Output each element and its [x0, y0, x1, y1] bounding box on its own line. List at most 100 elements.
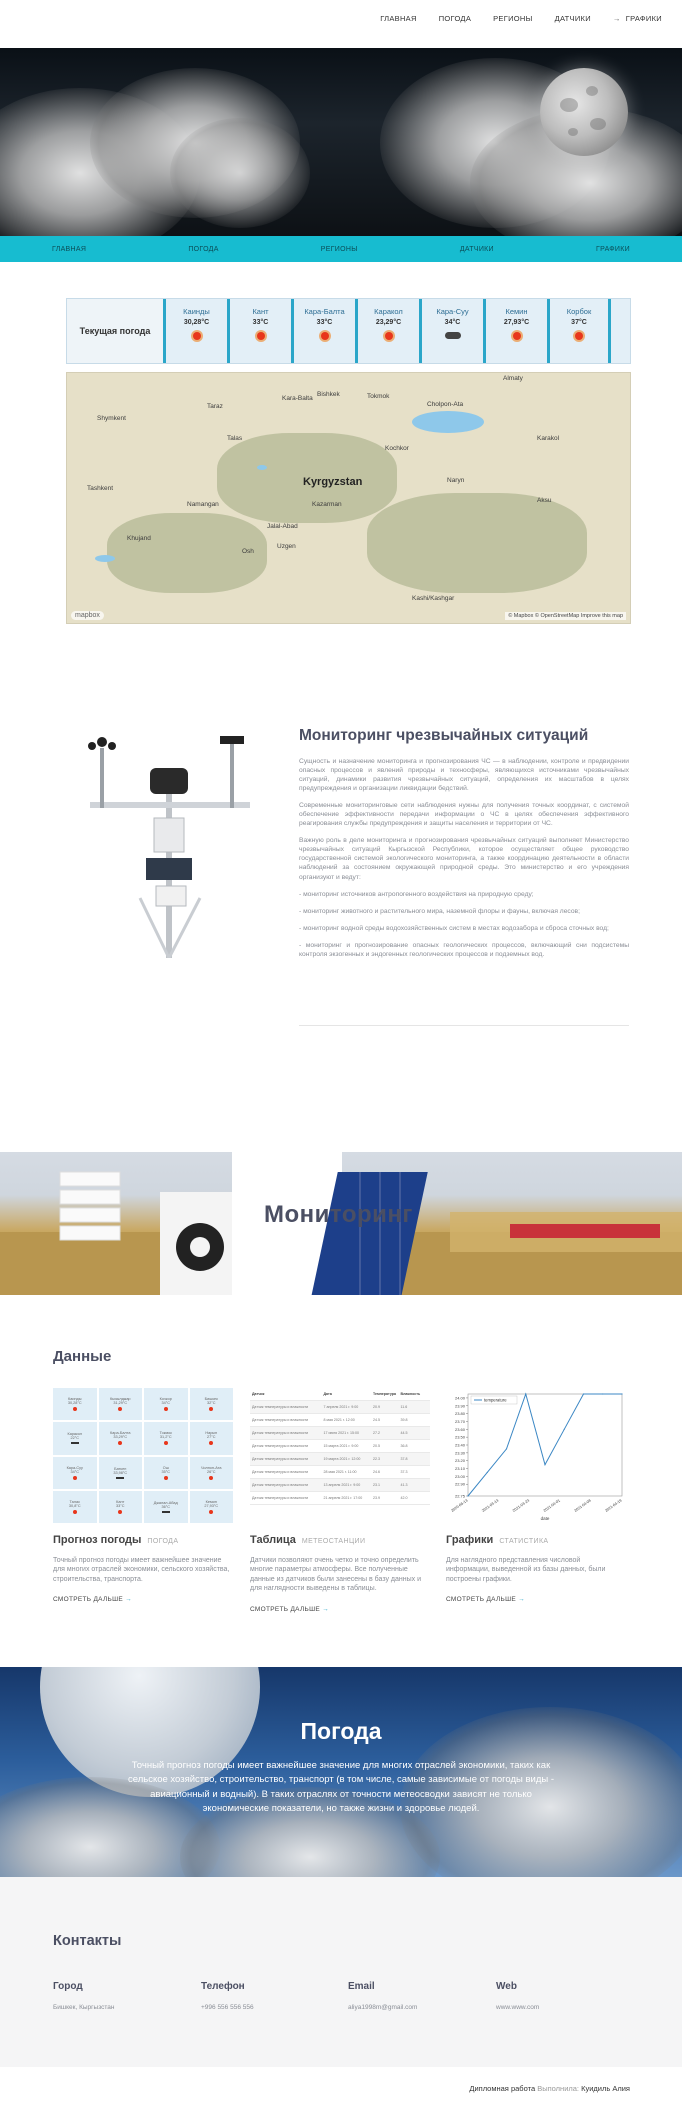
weather-cell[interactable]: Каракол 23,29°C [355, 299, 419, 363]
contact-phone-value[interactable]: +996 556 556 556 [201, 2004, 254, 2011]
subnav-charts[interactable]: ГРАФИКИ [596, 246, 630, 253]
mini-table-cell: Чолпон-Ата 26°C [189, 1456, 233, 1489]
sun-icon [72, 1509, 77, 1514]
table-cell: 20.5 [373, 1444, 380, 1448]
sun-icon [163, 1441, 168, 1446]
topnav-weather[interactable]: ПОГОДА [439, 14, 471, 23]
table-cell: 37.3 [400, 1470, 408, 1474]
mini-table-cell: Кочкор 34°C [144, 1388, 188, 1421]
monitoring-list-item: - мониторинг животного и растительного м… [299, 907, 580, 915]
forecast-preview[interactable]: Каинды 30,28°C Кызылджар 31,29°C Кочкор 34°C Б… [53, 1388, 233, 1523]
weather-cell[interactable]: Кара-Балта 33°C [291, 299, 355, 363]
weather-city: Кемин [505, 307, 528, 316]
mini-cell-temp: 31,2°C [159, 1435, 172, 1440]
topnav-home[interactable]: ГЛАВНАЯ [380, 14, 417, 23]
y-tick-label: 23.50 [455, 1435, 466, 1440]
weather-temp: 23,29°C [375, 319, 402, 326]
map-city-label: Aksu [537, 497, 552, 504]
table-cell: 36.8 [400, 1444, 408, 1448]
weather-hero-title: Погода [300, 1718, 382, 1744]
table-cell: Датчик температуры и влажности [252, 1496, 309, 1500]
sun-icon [209, 1509, 214, 1514]
weather-city: Кара-Балта [304, 307, 345, 316]
sun-icon [575, 332, 583, 340]
table-more-link[interactable]: СМОТРЕТЬ ДАЛЬШЕ → [250, 1606, 329, 1613]
footer-mid: Выполнила: [537, 2084, 580, 2093]
data-point [621, 1393, 623, 1395]
mini-cell-temp: 33,98°C [113, 1470, 128, 1475]
table-cell: Датчик температуры и влажности [252, 1405, 309, 1409]
contact-email-label: Email [348, 1981, 375, 1992]
mini-table-cell: Джалал-Абад 36°C [144, 1490, 188, 1523]
table-cell: 44.5 [400, 1431, 408, 1435]
x-tick-label: 2020-06-13 [450, 1499, 468, 1513]
table-row: Датчик температуры и влажности 7 апреля 2… [250, 1401, 430, 1414]
cloud-icon [161, 1510, 170, 1513]
table-row: Датчик температуры и влажности 13 апреля … [250, 1479, 430, 1492]
topnav-sensors[interactable]: ДАТЧИКИ [555, 14, 591, 23]
weather-cell[interactable]: Кемин 27,93°C [483, 299, 547, 363]
charts-title-text: Графики [446, 1534, 494, 1546]
charts-more-link[interactable]: СМОТРЕТЬ ДАЛЬШЕ → [446, 1596, 525, 1603]
table-cell: 24.6 [373, 1470, 380, 1474]
forecast-more-link[interactable]: СМОТРЕТЬ ДАЛЬШЕ → [53, 1596, 132, 1603]
weather-city: Каинды [183, 307, 210, 316]
mini-cell-temp: 27°C [207, 1435, 216, 1440]
region-map[interactable]: Kyrgyzstan Bishkek Almaty Taraz Kara-Bal… [66, 372, 631, 624]
data-point [602, 1393, 604, 1395]
y-tick-label: 22.75 [455, 1494, 466, 1499]
map-logo[interactable]: mapbox [71, 611, 104, 620]
sun-icon [118, 1407, 123, 1412]
topnav-regions[interactable]: РЕГИОНЫ [493, 14, 532, 23]
table-subtitle: МЕТЕОСТАНЦИИ [301, 1538, 366, 1545]
table-cell: 37.8 [400, 1457, 408, 1461]
mini-cell-temp: 30,28°C [67, 1401, 82, 1406]
contact-web-value[interactable]: www.www.com [496, 2004, 539, 2011]
sun-icon [209, 1475, 214, 1480]
map-attribution[interactable]: © Mapbox © OpenStreetMap Improve this ma… [505, 612, 626, 620]
subnav-regions[interactable]: РЕГИОНЫ [321, 246, 358, 253]
more-link-label: СМОТРЕТЬ ДАЛЬШЕ [250, 1606, 320, 1613]
sun-icon [384, 332, 393, 340]
sun-icon [72, 1407, 77, 1412]
contact-city-label: Город [53, 1981, 83, 1992]
topnav-charts[interactable]: → ГРАФИКИ [613, 14, 662, 23]
table-cell: 28 мая 2021 г. 11:00 [323, 1470, 357, 1474]
x-tick-label: 2021-04-08 [574, 1499, 592, 1513]
forecast-mini-table: Каинды 30,28°C Кызылджар 31,29°C Кочкор 34°C Б… [53, 1388, 233, 1523]
data-point [525, 1393, 527, 1395]
mini-table-cell: Кант 33°C [98, 1490, 142, 1523]
weather-cell[interactable]: Корбок 37°C [547, 299, 611, 363]
map-city-label: Namangan [187, 501, 219, 508]
sun-icon [209, 1407, 214, 1412]
weather-cell[interactable]: Каинды 30,28°C [163, 299, 227, 363]
table-cell: Датчик температуры и влажности [252, 1431, 309, 1435]
contact-email-value[interactable]: aliya1998m@gmail.com [348, 2004, 417, 2011]
table-cell: 21 апреля 2021 г. 17:00 [323, 1496, 363, 1500]
table-cell: Датчик температуры и влажности [252, 1470, 309, 1474]
data-point [582, 1393, 585, 1395]
weather-cell[interactable]: Кара-Суу 34°C [419, 299, 483, 363]
mini-table-cell: Кара-Балта 33,29°C [98, 1422, 142, 1455]
mini-table-cell: Ош 35°C [144, 1456, 188, 1489]
table-cell: 23.9 [373, 1496, 380, 1500]
data-point [486, 1471, 488, 1474]
weather-temp: 37°C [571, 319, 587, 326]
footer-credit: Дипломная работа Выполнила: Куидиль Алия [469, 2084, 630, 2093]
cloud-shape [170, 118, 310, 228]
map-city-label: Uzgen [277, 543, 296, 550]
weather-station-image [88, 736, 250, 958]
table-header-row: Датчик Дата Температура Влажность [250, 1388, 430, 1401]
subnav-home[interactable]: ГЛАВНАЯ [52, 246, 86, 253]
weather-cell[interactable]: Кант 33°C [227, 299, 291, 363]
table-preview[interactable]: Датчик Дата Температура Влажность Датчик тем… [250, 1388, 430, 1523]
sun-icon [118, 1509, 123, 1514]
subnav-sensors[interactable]: ДАТЧИКИ [460, 246, 494, 253]
map-city-label: Bishkek [317, 391, 340, 398]
lake [95, 555, 115, 562]
table-cell: 42.0 [400, 1496, 408, 1500]
mini-cell-temp: 33,29°C [113, 1435, 128, 1440]
data-section-title: Данные [53, 1348, 112, 1365]
chart-preview[interactable]: 22.75 22.90 23.00 23.10 23.20 23.30 23.40 23.50… [446, 1388, 626, 1523]
subnav-weather[interactable]: ПОГОДА [188, 246, 218, 253]
